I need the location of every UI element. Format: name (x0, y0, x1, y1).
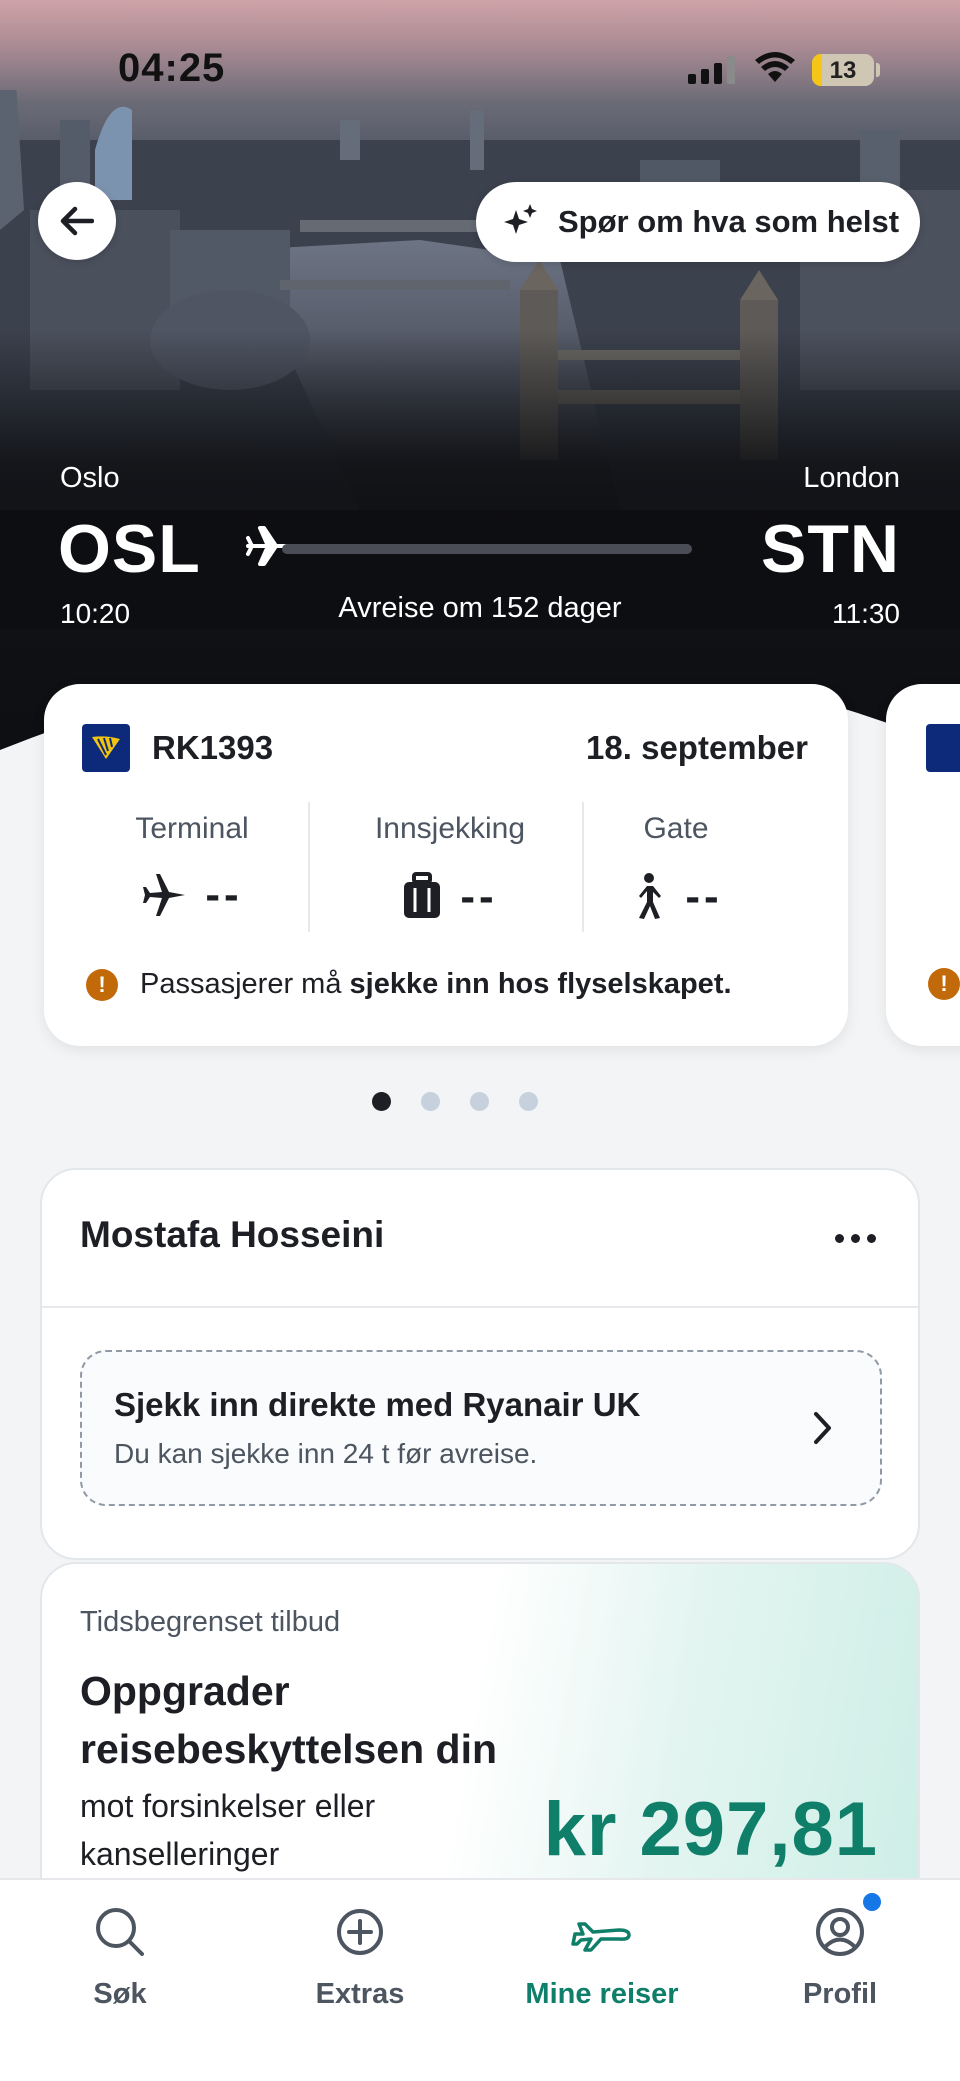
dot (835, 1234, 844, 1243)
pager-dot[interactable] (519, 1092, 538, 1111)
flight-date: 18. september (586, 729, 808, 766)
notice-text: Passasjerer må sjekke inn hos flyselskap… (140, 968, 732, 1001)
checkin-title: Sjekk inn direkte med Ryanair UK (114, 1386, 641, 1423)
offer-title: Oppgrader reisebeskyttelsen din (80, 1668, 498, 1772)
checkin-notice: ! Passasjerer må sjekke inn hos flyselsk… (86, 968, 732, 1001)
bottom-tab-bar: Søk Extras Mine reiser Profil (0, 1878, 960, 2081)
terminal-value: -- (205, 870, 243, 919)
battery-tip (876, 63, 880, 77)
tab-my-trips[interactable]: Mine reiser (502, 1900, 702, 2011)
destination-city: London (803, 462, 900, 494)
arrow-left-icon (60, 206, 94, 236)
wifi-icon (755, 52, 795, 82)
notice-bold: sjekke inn hos flyselskapet. (349, 968, 732, 1000)
tab-search[interactable]: Søk (20, 1900, 220, 2011)
card-pager[interactable] (0, 1092, 960, 1111)
tab-label: Mine reiser (525, 1978, 679, 2010)
checkin-value: -- (460, 872, 498, 921)
checkin-link[interactable]: Sjekk inn direkte med Ryanair UK Du kan … (80, 1350, 882, 1506)
tab-extras[interactable]: Extras (260, 1900, 460, 2011)
ryanair-logo-icon (82, 724, 130, 772)
harp-icon (92, 736, 120, 759)
luggage-icon (404, 872, 441, 918)
terminal-label: Terminal (135, 812, 249, 845)
ask-anything-label: Spør om hva som helst (558, 204, 900, 239)
tab-profile[interactable]: Profil (740, 1900, 940, 2011)
notification-badge (860, 1890, 884, 1914)
chevron-right-icon (814, 1412, 831, 1444)
gate-info: Gate -- (556, 812, 796, 922)
pager-dot[interactable] (421, 1092, 440, 1111)
checkin-subtitle: Du kan sjekke inn 24 t før avreise. (114, 1438, 538, 1469)
flight-progress-bar (282, 544, 692, 554)
battery-icon: 13 (812, 54, 874, 86)
checkin-label: Innsjekking (374, 812, 526, 845)
cellular-signal-icon (688, 56, 735, 84)
passenger-name: Mostafa Hosseini (80, 1214, 385, 1255)
status-time: 04:25 (118, 46, 226, 90)
origin-city: Oslo (60, 462, 120, 494)
walking-person-icon (639, 873, 662, 919)
info-divider (308, 802, 310, 932)
search-icon (96, 1908, 144, 1956)
airplane-icon (143, 874, 186, 916)
origin-code: OSL (58, 511, 201, 587)
sparkles-icon (504, 204, 537, 234)
tab-label: Profil (802, 1978, 878, 2010)
ask-anything-button[interactable]: Spør om hva som helst (476, 182, 920, 262)
tab-label: Extras (315, 1978, 405, 2010)
passenger-card: Mostafa Hosseini Sjekk inn direkte med R… (40, 1168, 920, 1560)
offer-subtitle: mot forsinkelser eller kanselleringer (80, 1788, 376, 1872)
ryanair-logo-icon (926, 724, 960, 772)
gate-value: -- (685, 872, 723, 921)
status-bar: 04:25 13 (0, 0, 960, 140)
offer-tag: Tidsbegrenset tilbud (80, 1606, 341, 1638)
offer-price: kr 297,81 (543, 1787, 878, 1872)
battery-level: 13 (829, 57, 857, 84)
gate-label: Gate (643, 812, 709, 845)
tab-label: Søk (93, 1978, 147, 2010)
dot (851, 1234, 860, 1243)
dot (867, 1234, 876, 1243)
pager-dot[interactable] (470, 1092, 489, 1111)
checkin-info: Innsjekking -- (330, 812, 570, 922)
next-flight-card[interactable]: ! (886, 684, 960, 1046)
warning-icon: ! (86, 968, 118, 1001)
plus-circle-icon (337, 1909, 383, 1955)
plane-icon (571, 1922, 631, 1952)
back-button[interactable] (38, 182, 116, 260)
flight-number: RK1393 (152, 729, 274, 766)
profile-icon (816, 1908, 864, 1956)
departure-countdown: Avreise om 152 dager (338, 592, 622, 624)
pager-dot-active[interactable] (372, 1092, 391, 1111)
notice-prefix: Passasjerer må (140, 968, 350, 1000)
flight-card[interactable]: RK1393 18. september Terminal -- Innsjek… (44, 684, 848, 1046)
divider (42, 1306, 918, 1308)
warning-icon: ! (928, 968, 960, 1000)
more-options-button[interactable] (835, 1220, 876, 1257)
destination-code: STN (761, 511, 900, 587)
terminal-info: Terminal -- (72, 812, 312, 918)
